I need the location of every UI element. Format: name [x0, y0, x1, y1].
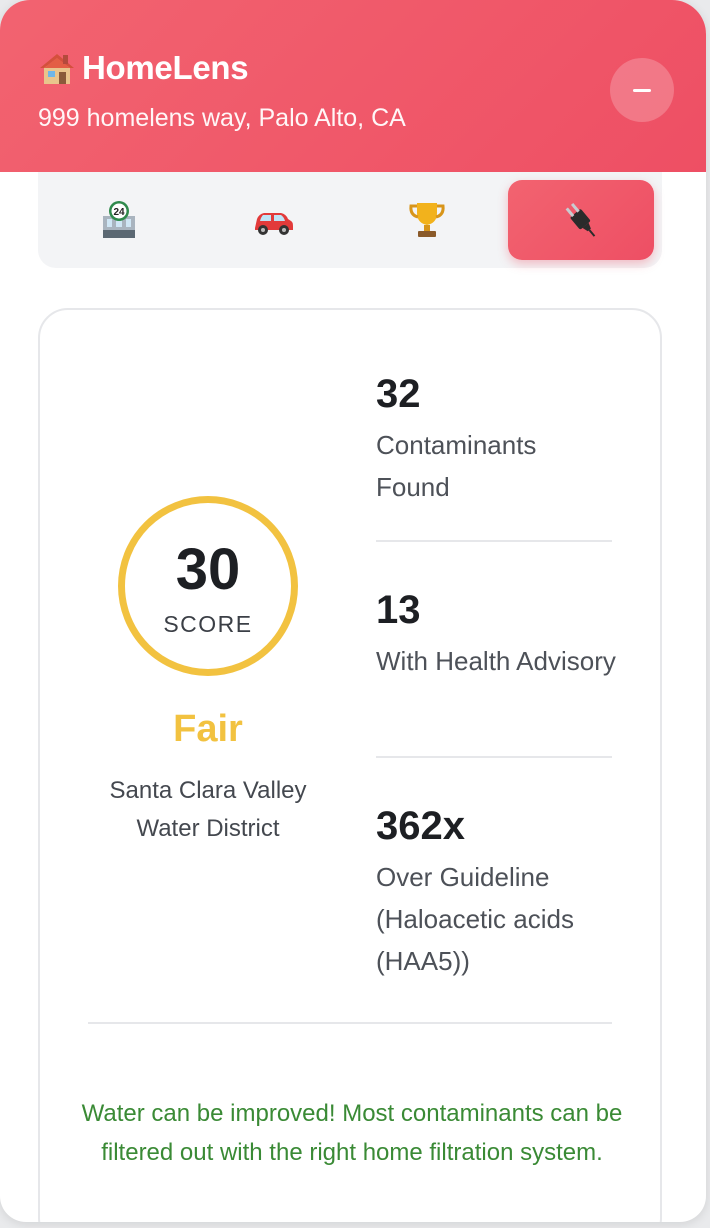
- brand: HomeLens: [38, 46, 249, 90]
- score-label: SCORE: [163, 611, 253, 637]
- tab-bar: 24: [38, 172, 662, 268]
- minus-icon: [633, 88, 651, 92]
- water-quality-card: 30 SCORE Fair Santa Clara Valley Water D…: [38, 308, 662, 1222]
- stat-label: Over Guideline (Haloacetic acids (HAA5)): [376, 862, 574, 976]
- trophy-icon: [409, 203, 445, 237]
- stat-value: 32: [376, 372, 421, 416]
- header: HomeLens 999 homelens way, Palo Alto, CA: [0, 0, 706, 172]
- homelens-panel: HomeLens 999 homelens way, Palo Alto, CA…: [0, 0, 706, 1222]
- tab-rankings[interactable]: [354, 180, 500, 260]
- section-divider: [88, 1022, 612, 1024]
- svg-text:24: 24: [113, 207, 125, 218]
- score-rating: Fair: [173, 708, 243, 750]
- electric-plug-icon: [565, 202, 596, 237]
- stat-contaminants: 32 Contaminants Found: [376, 374, 616, 508]
- car-icon: [255, 213, 293, 235]
- stat-divider: [376, 540, 612, 542]
- stat-value: 13: [376, 588, 421, 632]
- house-icon: [40, 54, 74, 84]
- stat-health-advisory: 13 With Health Advisory: [376, 590, 616, 682]
- stat-label: With Health Advisory: [376, 646, 616, 676]
- stat-label: Contaminants Found: [376, 430, 537, 502]
- address-text: 999 homelens way, Palo Alto, CA: [38, 104, 406, 132]
- stat-divider: [376, 756, 612, 758]
- score-value: 30: [175, 537, 241, 602]
- stat-value: 362x: [376, 804, 465, 848]
- water-utility-name: Santa Clara Valley Water District: [109, 777, 307, 842]
- tab-utilities[interactable]: [508, 180, 654, 260]
- minimize-button[interactable]: [610, 58, 674, 122]
- brand-name: HomeLens: [82, 49, 249, 86]
- open-24-hours-icon: 24: [103, 201, 135, 238]
- improvement-message: Water can be improved! Most contaminants…: [81, 1100, 623, 1166]
- tab-commute[interactable]: [200, 180, 346, 260]
- tab-convenience[interactable]: 24: [46, 180, 192, 260]
- score-ring: 30 SCORE: [118, 496, 298, 676]
- stat-over-guideline: 362x Over Guideline (Haloacetic acids (H…: [376, 806, 616, 982]
